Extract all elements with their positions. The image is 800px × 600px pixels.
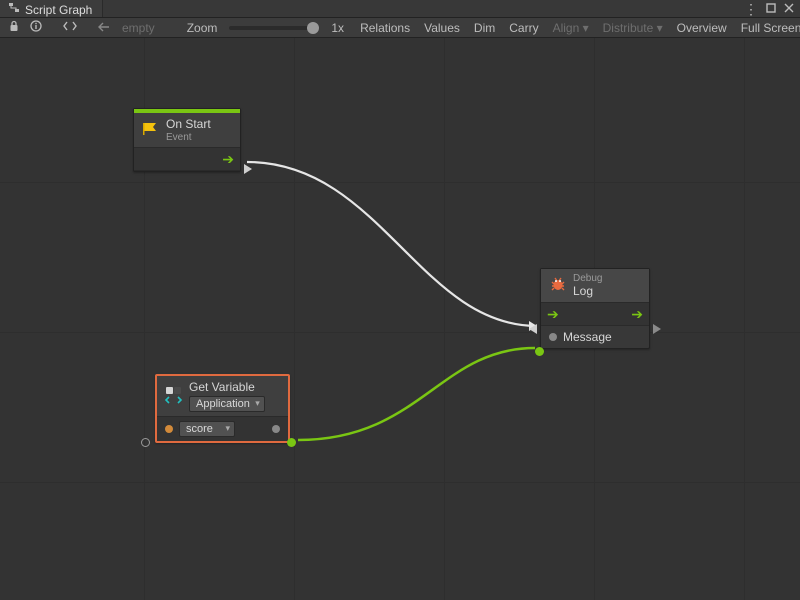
node-title: On Start	[166, 117, 211, 131]
port-label-message: Message	[563, 330, 612, 344]
flow-in-arrow-icon: ➔	[547, 307, 559, 321]
node-header: Debug Log	[541, 269, 649, 303]
toolbar-fullscreen[interactable]: Full Screen	[735, 21, 800, 35]
flow-in-port[interactable]	[529, 324, 537, 334]
variable-name-dropdown[interactable]: score	[179, 421, 235, 437]
toolbar-values[interactable]: Values	[418, 21, 466, 35]
node-value-row: score	[157, 417, 288, 441]
zoom-value: 1x	[325, 21, 350, 35]
value-in-port-message[interactable]	[535, 347, 544, 356]
flow-out-port[interactable]	[244, 164, 252, 174]
toolbar: empty Zoom 1x Relations Values Dim Carry…	[0, 18, 800, 38]
node-debug-log[interactable]: Debug Log ➔ ➔ Message	[540, 268, 650, 349]
value-in-port-icon	[549, 333, 557, 341]
flow-out-port[interactable]	[653, 324, 661, 334]
value-out-port-icon	[272, 425, 280, 433]
flow-out-arrow-icon: ➔	[222, 152, 234, 166]
titlebar: Script Graph ⋮	[0, 0, 800, 18]
lock-icon[interactable]	[4, 20, 24, 35]
arrow-left-icon[interactable]	[94, 21, 114, 35]
code-icon[interactable]	[58, 20, 82, 35]
value-in-port[interactable]	[141, 438, 150, 447]
zoom-slider-knob[interactable]	[307, 22, 319, 34]
toolbar-distribute[interactable]: Distribute ▾	[597, 21, 669, 35]
node-on-start[interactable]: On Start Event ➔	[133, 108, 241, 172]
flow-out-arrow-icon: ➔	[631, 307, 643, 321]
toolbar-align[interactable]: Align ▾	[547, 21, 595, 35]
node-title: Log	[573, 284, 593, 298]
maximize-icon[interactable]	[766, 2, 776, 16]
bug-icon	[549, 276, 567, 295]
flag-icon	[142, 122, 160, 139]
breadcrumb-empty: empty	[116, 21, 161, 35]
toolbar-overview[interactable]: Overview	[671, 21, 733, 35]
toolbar-relations[interactable]: Relations	[354, 21, 416, 35]
node-category: Debug	[573, 273, 602, 284]
node-subtitle: Event	[166, 132, 211, 143]
node-get-variable[interactable]: Get Variable Application score	[155, 374, 290, 443]
info-icon[interactable]	[26, 20, 46, 35]
node-input-row: Message	[541, 326, 649, 348]
graph-icon	[8, 2, 20, 17]
connection-wires	[0, 38, 800, 600]
tab-script-graph[interactable]: Script Graph	[0, 0, 103, 17]
context-menu-icon[interactable]: ⋮	[744, 2, 758, 16]
node-title: Get Variable	[189, 380, 265, 394]
graph-canvas[interactable]: On Start Event ➔ Debug Log	[0, 38, 800, 600]
variable-scope-dropdown[interactable]: Application	[189, 396, 265, 412]
value-in-port-icon	[165, 425, 173, 433]
node-header: On Start Event	[134, 113, 240, 148]
variable-icon	[165, 386, 183, 407]
node-flow-row: ➔	[134, 148, 240, 171]
node-header: Get Variable Application	[157, 376, 288, 417]
toolbar-dim[interactable]: Dim	[468, 21, 501, 35]
zoom-label: Zoom	[181, 21, 224, 35]
close-icon[interactable]	[784, 2, 794, 16]
tab-title: Script Graph	[25, 3, 92, 17]
node-flow-row: ➔ ➔	[541, 303, 649, 326]
toolbar-carry[interactable]: Carry	[503, 21, 544, 35]
zoom-slider[interactable]	[229, 26, 319, 30]
value-out-port[interactable]	[287, 438, 296, 447]
